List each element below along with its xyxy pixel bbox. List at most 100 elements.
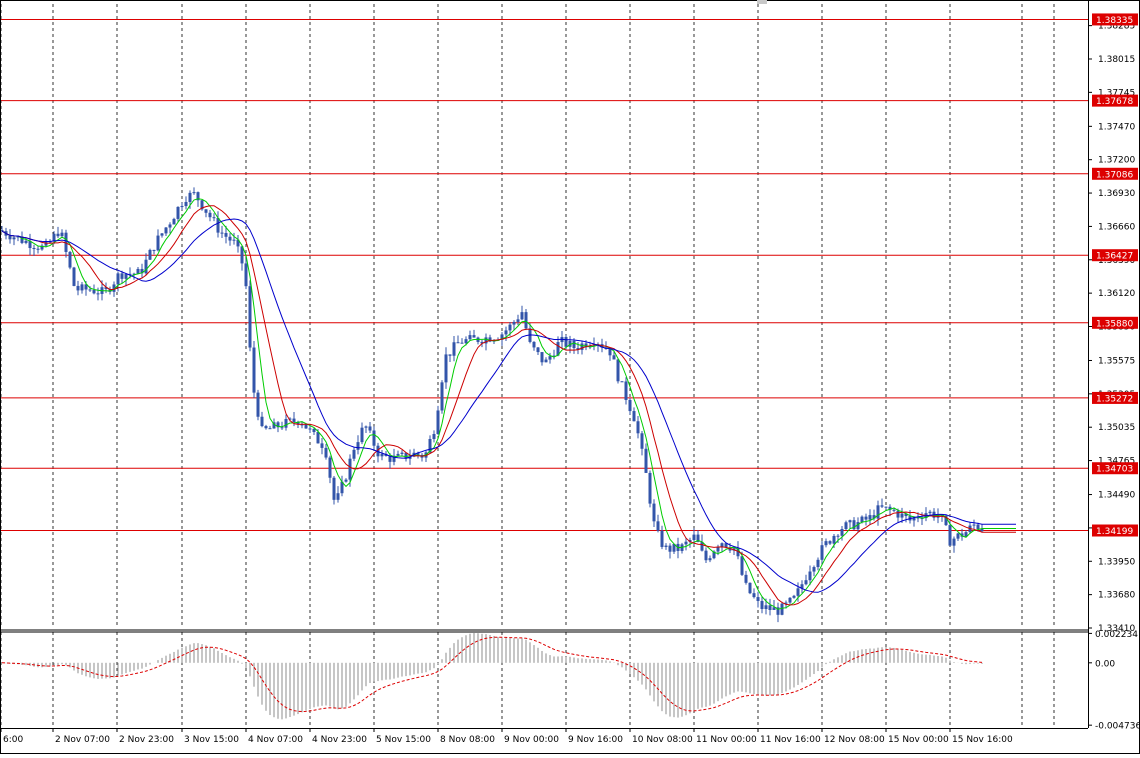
candle-body (644, 448, 648, 473)
candle-body (396, 453, 400, 456)
candle-body (544, 359, 548, 363)
candle-body (836, 535, 840, 537)
candle-body (804, 580, 808, 585)
candle-body (620, 381, 624, 383)
sub-y-tick-label: 0.00 (1095, 659, 1115, 669)
candle-body (812, 567, 816, 572)
candle-body (356, 442, 360, 450)
candle-body (460, 342, 464, 344)
candle-body (764, 605, 768, 609)
x-tick-label: 9 Nov 16:00 (568, 735, 623, 745)
y-tick-label: 1.36930 (1098, 189, 1135, 199)
candle-body (180, 206, 184, 208)
chart-window[interactable]: 1.38285 1.38015 1.37745 1.37470 1.37200 1.369… (0, 0, 1140, 754)
candle-body (8, 235, 12, 240)
candle-body (512, 321, 516, 325)
x-tick-label: 2 Nov 23:00 (119, 735, 174, 745)
candle-body (892, 509, 896, 511)
candle-body (324, 447, 328, 458)
candle-body (840, 529, 844, 536)
candle-body (152, 249, 156, 251)
candle-body (472, 335, 476, 338)
x-tick-label: 2 Nov 07:00 (55, 735, 110, 745)
candle-body (864, 516, 868, 520)
candle-body (972, 524, 976, 526)
candle-body (468, 335, 472, 340)
candle-body (24, 240, 28, 243)
candle-body (880, 505, 884, 507)
candle-body (60, 232, 64, 237)
candle-body (260, 416, 264, 427)
time-axis[interactable]: 6:00 2 Nov 07:00 2 Nov 23:00 3 Nov 15:00 4 N… (0, 728, 1013, 745)
y-tick-label: 1.36120 (1098, 289, 1135, 299)
candle-body (208, 212, 212, 218)
candle-body (176, 206, 180, 219)
candle-body (624, 381, 628, 400)
price-chart[interactable]: 1.382851.380151.377451.374701.372001.369… (0, 0, 1140, 754)
price-axis[interactable]: 1.382851.380151.377451.374701.372001.369… (1088, 13, 1138, 634)
candle-body (660, 530, 664, 547)
x-tick-label: 10 Nov 08:00 (632, 735, 693, 745)
candle-body (328, 457, 332, 478)
candle-body (760, 600, 764, 609)
chart-shift-marker (757, 0, 767, 4)
candle-body (244, 263, 248, 287)
candle-body (816, 559, 820, 568)
candle-body (380, 453, 384, 457)
candle-body (884, 506, 888, 508)
candle-body (668, 545, 672, 552)
candle-body (228, 236, 232, 241)
candle-body (188, 192, 192, 202)
candle-body (948, 525, 952, 546)
candle-body (692, 534, 696, 540)
x-tick-label: 12 Nov 08:00 (824, 735, 885, 745)
candle-body (868, 515, 872, 520)
candle-body (748, 582, 752, 594)
candle-body (636, 421, 640, 434)
candle-body (664, 545, 668, 547)
candle-body (80, 284, 84, 291)
candle-body (432, 434, 436, 440)
candle-body (452, 342, 456, 356)
candle-body (792, 595, 796, 598)
indicator-axis: 0.002234 0.00 -0.004736 (1088, 630, 1140, 732)
candle-body (280, 427, 284, 429)
y-tick-label: 1.36660 (1098, 222, 1135, 232)
candle-body (796, 588, 800, 596)
candle-body (352, 449, 356, 459)
candle-body (516, 319, 520, 322)
candle-body (876, 505, 880, 519)
candle-body (232, 239, 236, 241)
x-tick-label: 3 Nov 15:00 (184, 735, 239, 745)
candle-body (284, 418, 288, 428)
candle-body (928, 511, 932, 514)
candle-body (808, 571, 812, 581)
candle-body (752, 593, 756, 598)
candle-body (88, 289, 92, 291)
candle-body (32, 248, 36, 250)
candle-body (504, 330, 508, 335)
x-tick-label: 4 Nov 23:00 (312, 735, 367, 745)
candle-body (536, 347, 540, 353)
ma-line-fast (1, 198, 1016, 610)
candle-body (632, 411, 636, 422)
candle-body (956, 533, 960, 539)
candle-body (648, 472, 652, 504)
candle-body (256, 392, 260, 417)
candle-body (684, 541, 688, 545)
candle-body (652, 503, 656, 522)
candle-body (860, 516, 864, 523)
level-price-label: 1.36427 (1096, 252, 1133, 262)
candle-body (156, 235, 160, 251)
candle-body (444, 354, 448, 383)
y-tick-label: 1.33950 (1098, 557, 1135, 567)
candle-body (740, 556, 744, 575)
candle-body (264, 426, 268, 429)
candle-body (612, 355, 616, 360)
sub-y-tick-label: -0.004736 (1095, 722, 1140, 732)
sub-y-tick-label: 0.002234 (1095, 630, 1138, 640)
level-price-label: 1.38335 (1096, 16, 1133, 26)
candle-body (440, 382, 444, 411)
candle-body (616, 359, 620, 382)
y-tick-label: 1.35575 (1098, 356, 1135, 366)
